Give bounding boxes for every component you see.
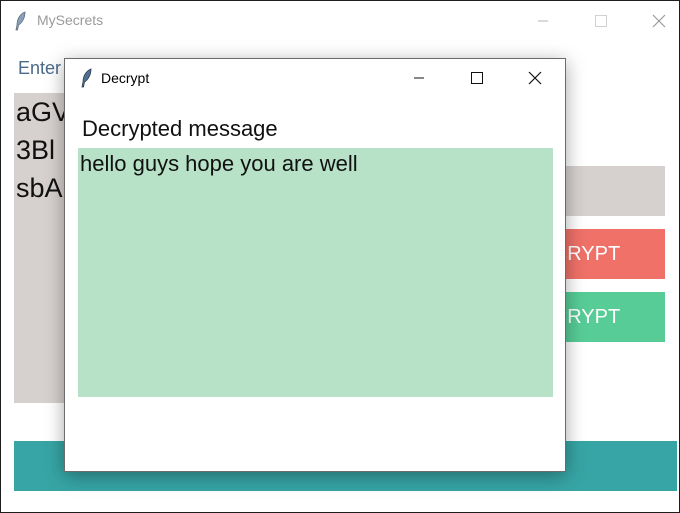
ciphertext-line: sbA [16, 173, 63, 203]
decrypt-dialog: Decrypt Decrypted message hello guys hop… [64, 58, 566, 472]
dialog-close-button[interactable] [506, 59, 564, 97]
ciphertext-line: aGV [16, 97, 68, 127]
dialog-titlebar[interactable]: Decrypt [65, 59, 565, 97]
close-icon [528, 71, 542, 85]
decrypted-message-text[interactable]: hello guys hope you are well [78, 148, 553, 397]
dialog-maximize-button[interactable] [448, 59, 506, 97]
minimize-icon [538, 20, 548, 22]
dialog-minimize-button[interactable] [390, 59, 448, 97]
maximize-icon [595, 15, 607, 27]
ciphertext-line: 3Bl [16, 135, 56, 165]
decrypted-message-content: hello guys hope you are well [80, 151, 358, 176]
close-button[interactable] [630, 1, 680, 41]
maximize-button[interactable] [572, 1, 630, 41]
feather-icon [81, 68, 92, 88]
enter-text-label: Enter [18, 58, 62, 78]
minimize-button[interactable] [514, 1, 572, 41]
secret-key-input[interactable] [561, 166, 665, 216]
minimize-icon [414, 77, 424, 79]
maximize-icon [471, 72, 483, 84]
decrypted-message-heading: Decrypted message [82, 116, 278, 141]
close-icon [652, 14, 666, 28]
main-titlebar[interactable]: MySecrets [1, 1, 679, 41]
ciphertext-input[interactable]: aGV 3Bl sbA [14, 93, 68, 403]
dialog-title: Decrypt [101, 70, 150, 86]
feather-icon [15, 11, 26, 31]
window-title: MySecrets [37, 12, 104, 28]
